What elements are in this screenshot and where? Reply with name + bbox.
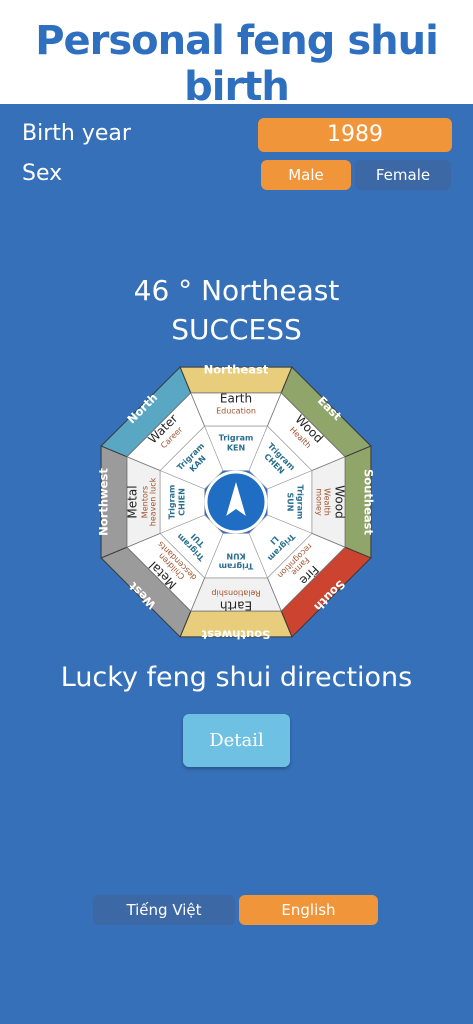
trigram-name-ne: KEN — [227, 444, 245, 453]
sex-label: Sex — [22, 161, 63, 186]
app-title: Personal feng shui birth — [35, 18, 439, 110]
bagua-compass-chart: NorthWaterCareerTrigramKANNortheastEarth… — [97, 363, 376, 642]
language-vietnamese-button[interactable]: Tiếng Việt — [93, 895, 235, 925]
app-header: Personal feng shui birth — [0, 0, 473, 110]
element-label-ne: Earth — [220, 392, 252, 406]
outer-label-nw: Northwest — [97, 468, 111, 536]
sex-male-button[interactable]: Male — [261, 160, 351, 190]
element-label-sw: Earth — [220, 599, 252, 613]
aspect2-label-nw: heaven luck — [149, 477, 158, 526]
trigram-name-se: SUN — [286, 493, 295, 512]
trigram-name-sw: KUN — [226, 552, 245, 561]
trigram-name-nw: CHIEN — [178, 488, 187, 516]
outer-label-sw: Southwest — [201, 628, 270, 642]
aspect-label-ne: Education — [216, 407, 256, 416]
element-label-nw: Metal — [126, 485, 140, 518]
trigram-label-sw: Trigram — [219, 562, 254, 571]
trigram-label-ne: Trigram — [219, 434, 254, 443]
detail-button[interactable]: Detail — [183, 714, 290, 767]
trigram-label-nw: Trigram — [168, 485, 177, 520]
birth-year-field[interactable]: 1989 — [258, 118, 452, 152]
element-label-se: Wood — [333, 485, 347, 518]
aspect-label-sw: Relationship — [211, 589, 260, 598]
aspect2-label-se: money — [315, 488, 324, 516]
outer-label-ne: Northeast — [204, 363, 269, 377]
language-english-button[interactable]: English — [239, 895, 378, 925]
lucky-directions-title: Lucky feng shui directions — [60, 662, 413, 693]
sex-female-button[interactable]: Female — [355, 160, 451, 190]
direction-result: 46 ° Northeast — [133, 274, 340, 307]
trigram-label-se: Trigram — [296, 485, 305, 520]
outer-label-se: Southeast — [362, 469, 376, 535]
rating-result: SUCCESS — [171, 313, 302, 346]
birth-year-label: Birth year — [22, 121, 131, 146]
